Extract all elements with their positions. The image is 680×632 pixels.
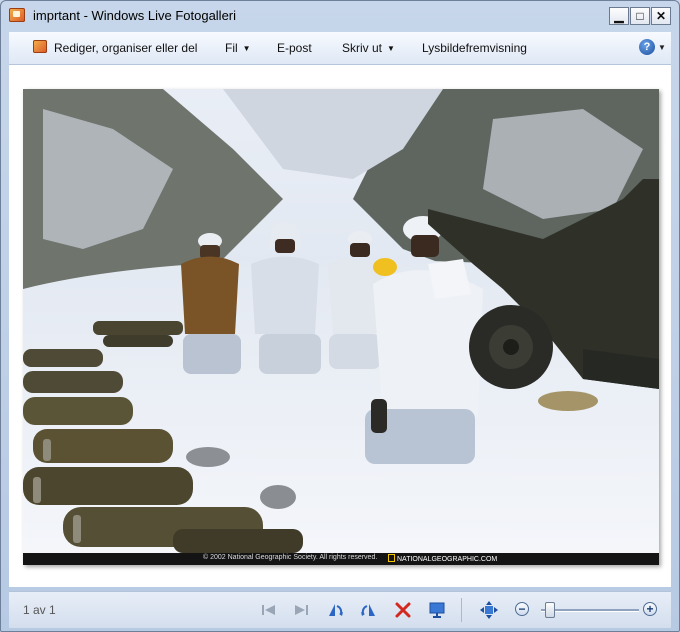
next-icon[interactable] — [291, 600, 311, 620]
zoom-out-button[interactable]: − — [515, 602, 529, 616]
window-title: imprtant - Windows Live Fotogalleri — [33, 8, 237, 23]
photo-gallery-app-icon — [9, 8, 25, 22]
close-button[interactable]: ✕ — [651, 7, 671, 25]
help-icon[interactable]: ? — [639, 39, 655, 55]
menu-email-label: E-post — [277, 41, 312, 55]
minimize-button[interactable]: ▁ — [609, 7, 629, 25]
brand-mark: NATIONALGEOGRAPHIC.COM — [388, 554, 497, 563]
menu-print-label: Skriv ut — [342, 41, 383, 55]
zoom-slider-thumb[interactable] — [544, 602, 555, 618]
menu-file-label: Fil — [225, 41, 238, 55]
zoom-in-button[interactable]: + — [643, 602, 657, 616]
command-bar: Rediger, organiser eller del Fil ▼ E-post… — [9, 32, 671, 65]
previous-icon[interactable] — [259, 600, 279, 620]
navigation-bar: 1 av 1 − + — [9, 591, 671, 628]
photo-image — [23, 89, 659, 553]
slideshow-icon[interactable] — [427, 600, 447, 620]
photo-viewer: © 2002 National Geographic Society. All … — [9, 65, 671, 587]
organize-icon — [33, 40, 47, 53]
chevron-down-icon[interactable]: ▼ — [658, 43, 666, 52]
brand-text: NATIONALGEOGRAPHIC.COM — [397, 556, 498, 563]
national-geographic-logo-icon — [388, 554, 395, 562]
photo-counter: 1 av 1 — [23, 603, 56, 617]
menu-print[interactable]: Skriv ut ▼ — [342, 41, 395, 55]
title-bar[interactable]: imprtant - Windows Live Fotogalleri ▁ □ … — [1, 1, 679, 29]
maximize-button[interactable]: □ — [630, 7, 650, 25]
delete-icon[interactable] — [393, 600, 413, 620]
photo-caption-bar: © 2002 National Geographic Society. All … — [23, 553, 659, 565]
actual-size-icon[interactable] — [479, 600, 499, 620]
menu-file[interactable]: Fil ▼ — [225, 41, 251, 55]
toolbar-separator — [461, 598, 462, 622]
rotate-left-icon[interactable] — [325, 600, 345, 620]
photo-credit: © 2002 National Geographic Society. All … — [203, 554, 378, 561]
chevron-down-icon: ▼ — [242, 44, 251, 53]
photo-display[interactable]: © 2002 National Geographic Society. All … — [23, 89, 659, 565]
menu-slideshow[interactable]: Lysbildefremvisning — [422, 41, 527, 55]
organize-label: Rediger, organiser eller del — [54, 41, 198, 55]
organize-menu[interactable]: Rediger, organiser eller del — [54, 41, 197, 55]
menu-slideshow-label: Lysbildefremvisning — [422, 41, 527, 55]
menu-email[interactable]: E-post — [277, 41, 312, 55]
rotate-right-icon[interactable] — [359, 600, 379, 620]
app-window: imprtant - Windows Live Fotogalleri ▁ □ … — [0, 0, 680, 632]
zoom-slider[interactable] — [541, 609, 639, 612]
chevron-down-icon: ▼ — [387, 44, 395, 53]
